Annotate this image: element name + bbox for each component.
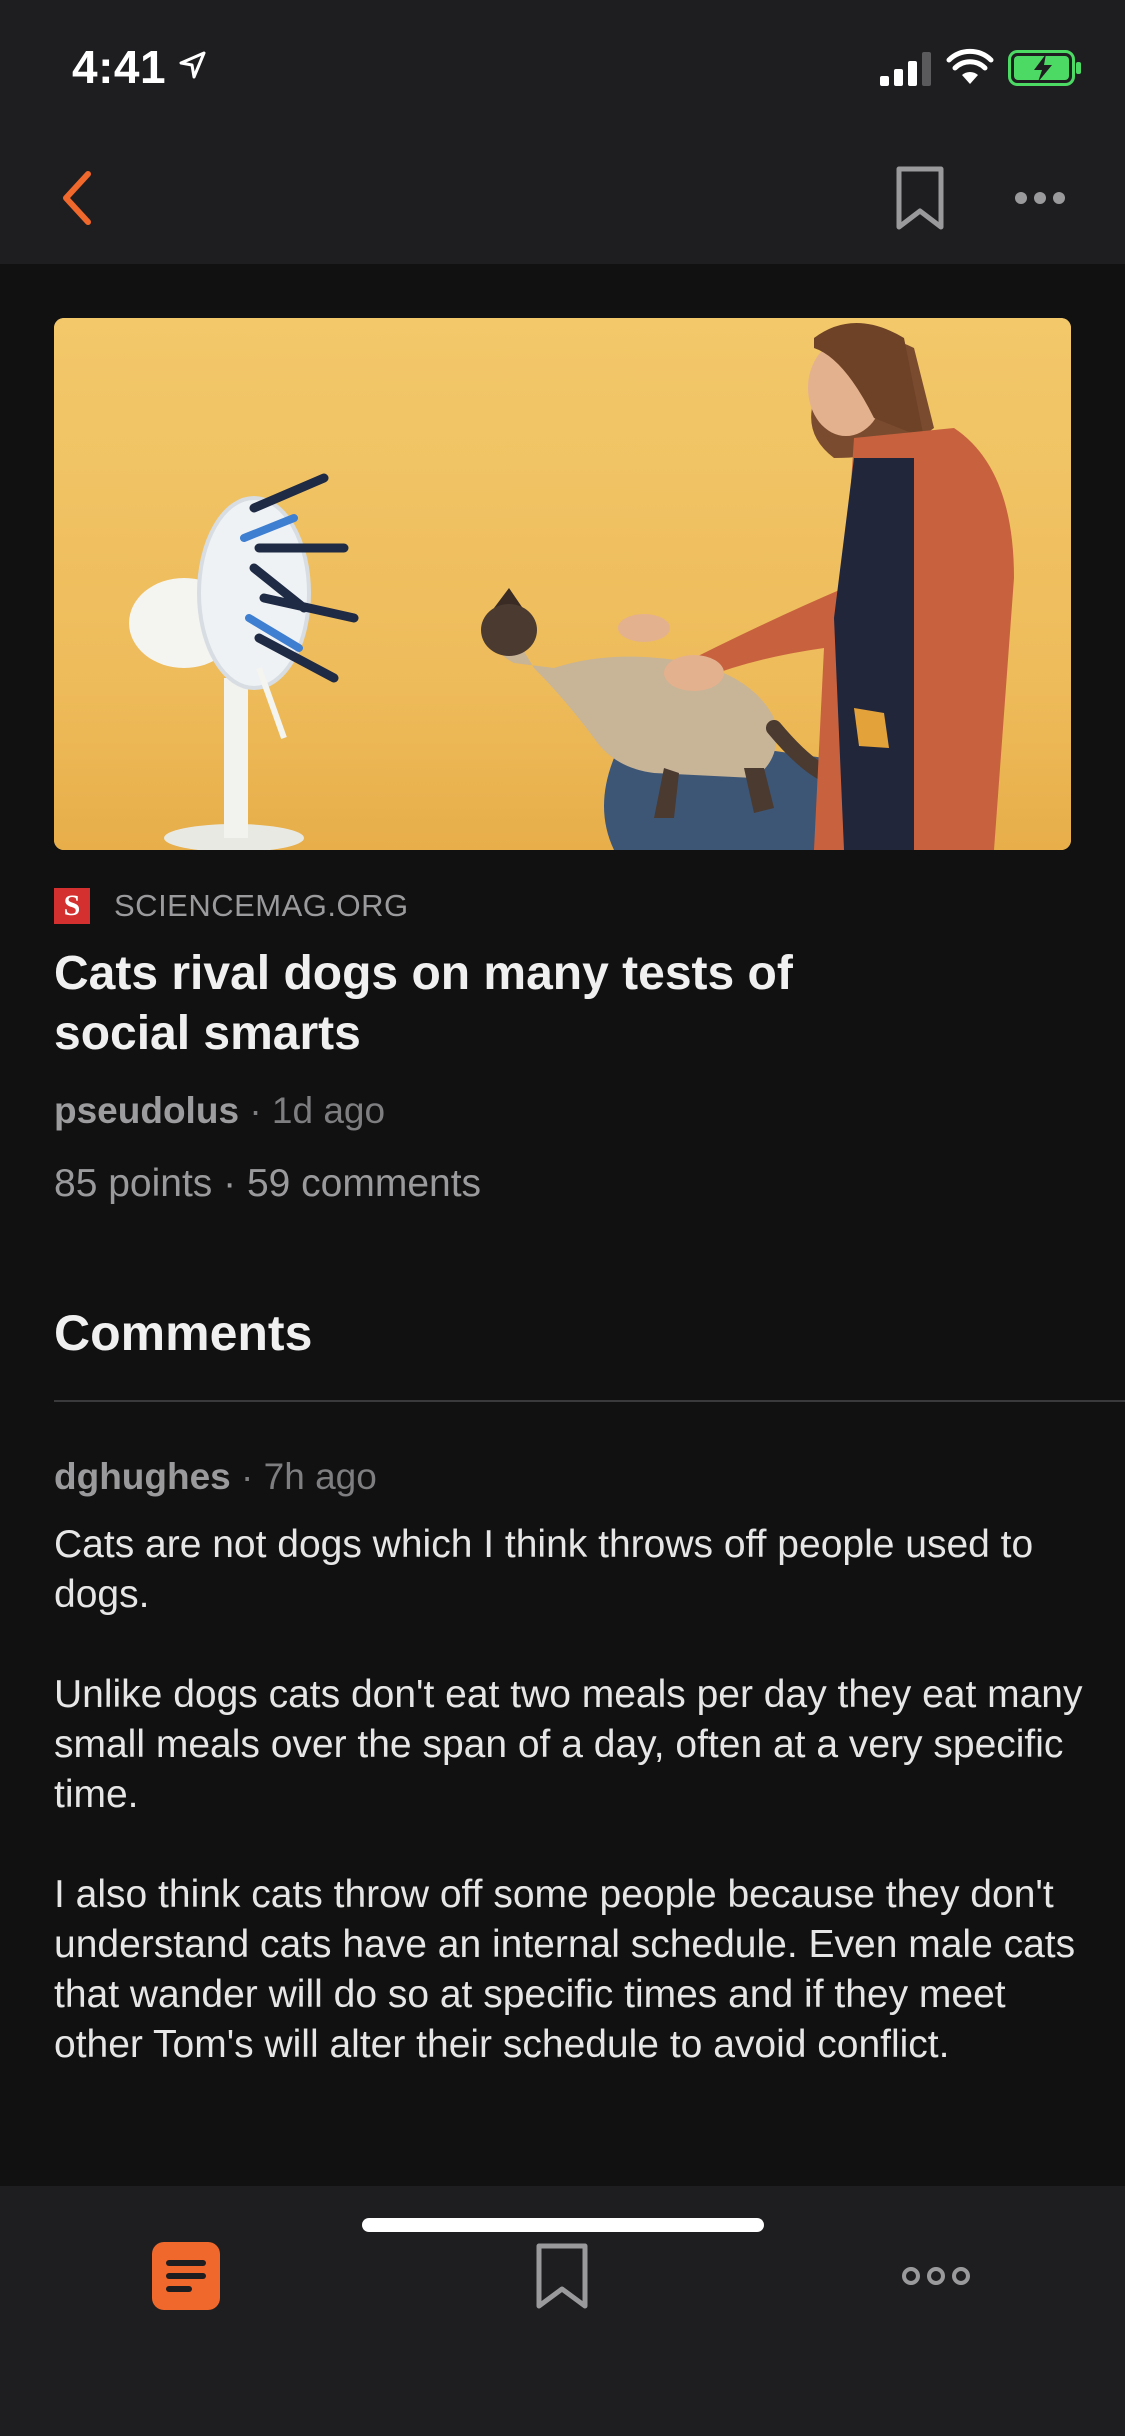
comment-age: 7h ago <box>263 1456 377 1497</box>
tab-articles[interactable] <box>126 2226 246 2326</box>
article-age: 1d ago <box>271 1090 386 1131</box>
comments-heading: Comments <box>54 1305 313 1361</box>
article-byline: pseudolus · 1d ago <box>54 1090 385 1132</box>
location-arrow-icon <box>179 51 206 79</box>
article-stats: 85 points · 59 comments <box>54 1162 482 1205</box>
status-bar: 4:41 <box>0 0 1125 132</box>
byline-separator: · <box>249 1090 262 1131</box>
source-name: SCIENCEMAG.ORG <box>114 888 409 923</box>
more-icon <box>902 2267 970 2285</box>
battery-charging-icon <box>1008 50 1081 86</box>
tab-more[interactable] <box>876 2226 996 2326</box>
article-hero-image[interactable] <box>54 318 1071 850</box>
wifi-icon <box>946 48 994 84</box>
article-title[interactable]: Cats rival dogs on many tests of social … <box>54 944 914 1064</box>
ellipsis-icon <box>1015 192 1065 204</box>
tab-bookmarks[interactable] <box>502 2226 622 2326</box>
comments-divider <box>54 1400 1125 1402</box>
cellular-signal-icon <box>880 52 931 86</box>
comment-meta-separator: · <box>241 1456 254 1497</box>
back-button[interactable] <box>48 160 108 236</box>
article-author[interactable]: pseudolus <box>54 1090 239 1131</box>
chevron-left-icon <box>63 171 91 225</box>
bookmark-icon <box>896 166 944 230</box>
navigation-bar <box>0 132 1125 264</box>
bookmark-icon <box>536 2243 588 2309</box>
bookmark-button[interactable] <box>890 160 950 236</box>
home-indicator[interactable] <box>362 2218 764 2232</box>
comment-author[interactable]: dghughes <box>54 1456 231 1497</box>
article-list-icon <box>152 2242 220 2310</box>
cat-fan-photo <box>54 318 1071 850</box>
comment-paragraph: Unlike dogs cats don't eat two meals per… <box>54 1673 1083 1816</box>
comment-paragraph: Cats are not dogs which I think throws o… <box>54 1523 1034 1616</box>
source-logo: S <box>54 888 90 924</box>
comment-meta: dghughes · 7h ago <box>54 1456 377 1498</box>
article-source[interactable]: S SCIENCEMAG.ORG <box>54 886 409 926</box>
status-time: 4:41 <box>72 41 167 93</box>
comment-paragraph: I also think cats throw off some people … <box>54 1873 1076 2066</box>
comment-body[interactable]: Cats are not dogs which I think throws o… <box>54 1520 1094 2120</box>
more-options-button[interactable] <box>1010 168 1070 228</box>
